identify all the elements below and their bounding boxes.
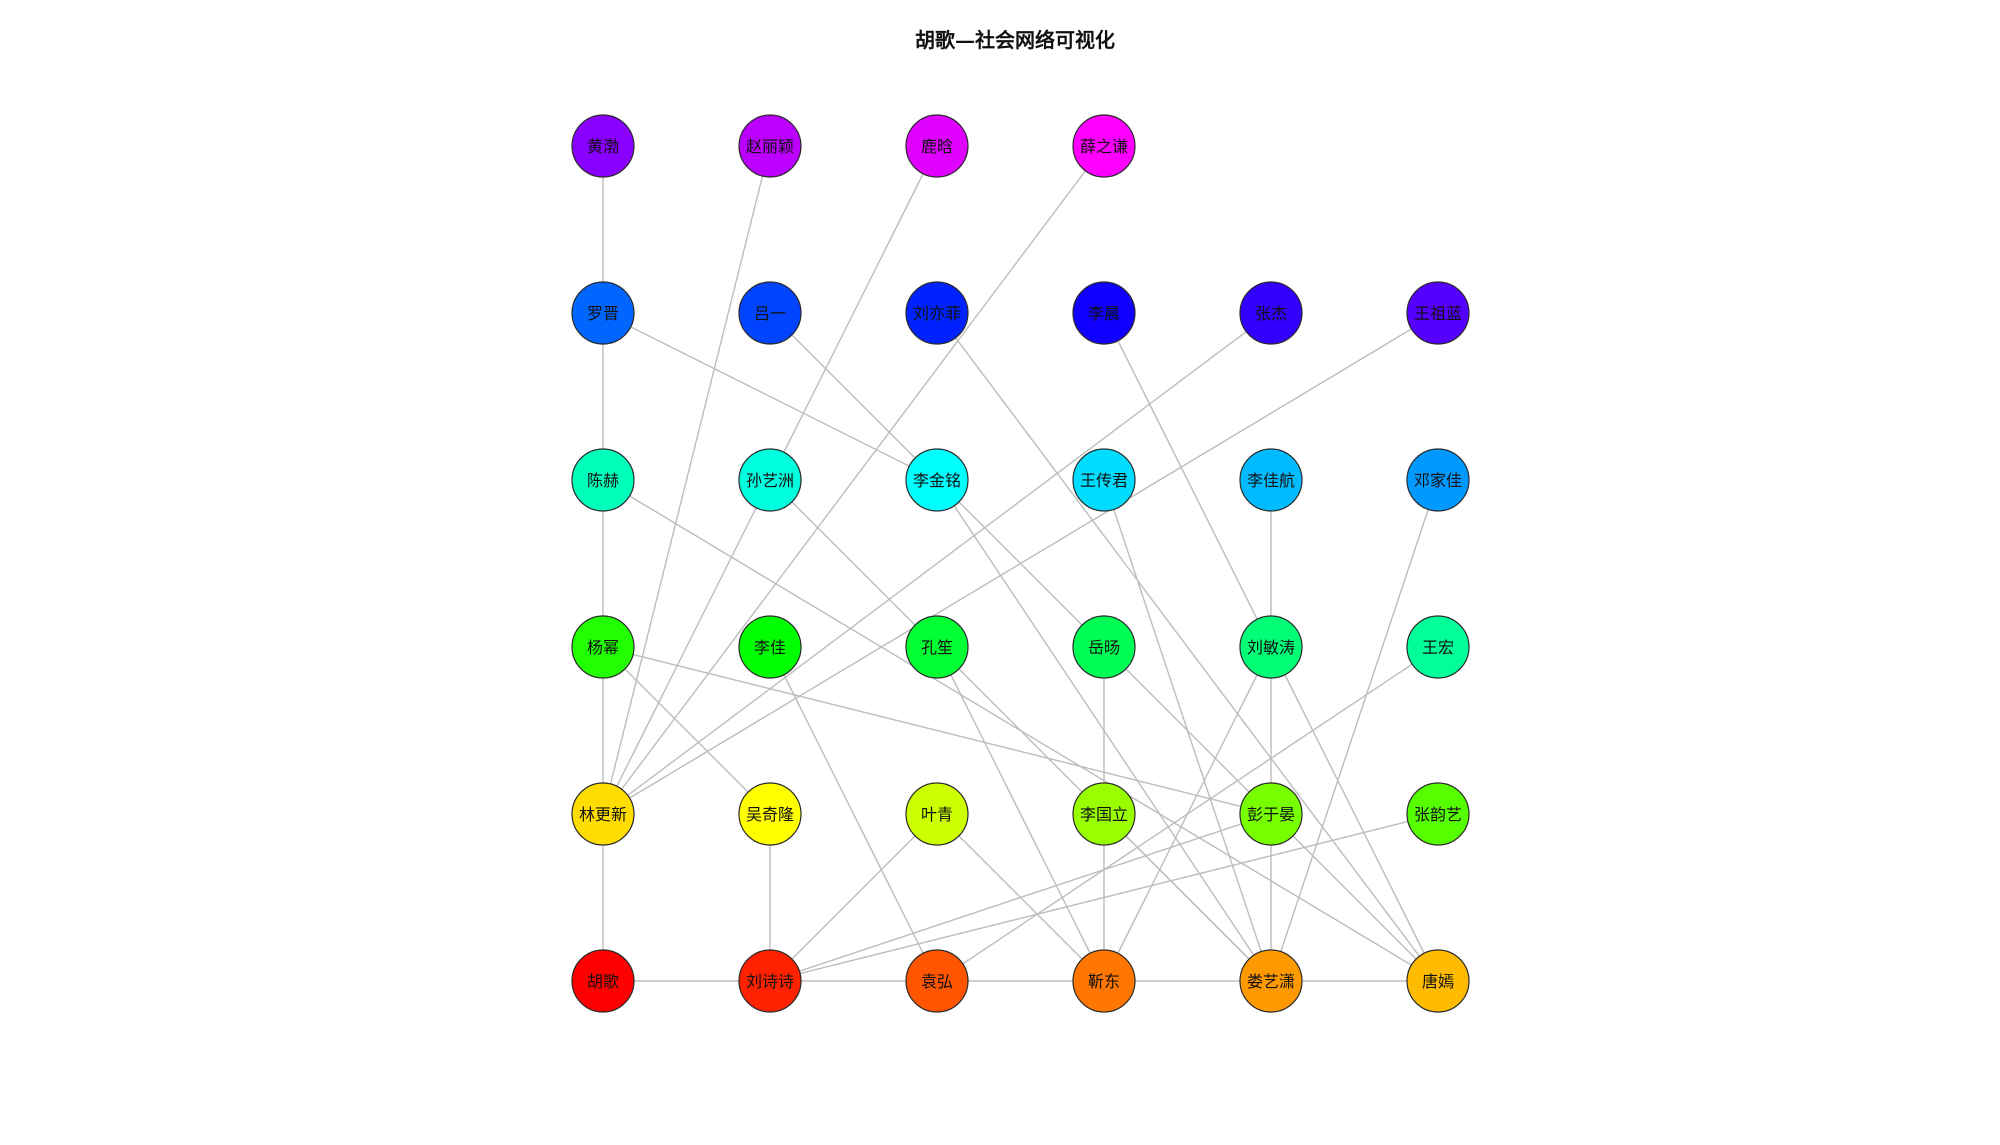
node-louyixiao: 娄艺潇 — [1239, 949, 1303, 1013]
node-label: 李国立 — [1080, 805, 1128, 824]
node-label: 叶青 — [921, 805, 953, 824]
edge-dengjiajia-louyixiao — [1270, 479, 1439, 982]
edge-yangmi-wuqilong — [602, 646, 771, 815]
node-label: 林更新 — [579, 805, 627, 824]
node-label: 鹿晗 — [921, 137, 953, 156]
node-label: 王宏 — [1422, 638, 1454, 657]
edge-lingengxin-xuezhiqian — [602, 145, 1105, 815]
node-label: 刘诗诗 — [746, 972, 794, 991]
node-wanghong: 王宏 — [1406, 615, 1470, 679]
node-label: 赵丽颖 — [746, 137, 794, 156]
node-yuanhong: 袁弘 — [905, 949, 969, 1013]
node-label: 张杰 — [1255, 304, 1287, 323]
node-label: 邓家佳 — [1414, 471, 1462, 490]
node-zhangyunyi: 张韵艺 — [1406, 782, 1470, 846]
node-lingengxin: 林更新 — [571, 782, 635, 846]
node-luhan: 鹿晗 — [905, 114, 969, 178]
node-lijiahang: 李佳航 — [1239, 448, 1303, 512]
node-wangchuanjun: 王传君 — [1072, 448, 1136, 512]
node-wuqilong: 吴奇隆 — [738, 782, 802, 846]
network-diagram: 胡歌—社会网络可视化 黄渤 赵丽颖 鹿晗 薛之谦罗晋 吕一 刘亦菲 李晨 张杰 王祖蓝陈赫 孙艺洲… — [571, 28, 1470, 1013]
node-liuyifei: 刘亦菲 — [905, 281, 969, 345]
node-label: 罗晋 — [587, 304, 619, 323]
node-label: 娄艺潇 — [1247, 972, 1295, 991]
node-label: 吴奇隆 — [746, 805, 794, 824]
edge-yeqing-liushishi — [769, 813, 938, 982]
edge-pengyuyan-liushishi — [769, 813, 1272, 982]
node-wangzulan: 王祖蓝 — [1406, 281, 1470, 345]
node-yeqing: 叶青 — [905, 782, 969, 846]
edge-wanghong-yuanhong — [936, 646, 1439, 982]
node-label: 李佳航 — [1247, 471, 1295, 490]
node-xuezhiqian: 薛之谦 — [1072, 114, 1136, 178]
diagram-title: 胡歌—社会网络可视化 — [915, 28, 1115, 52]
node-label: 王传君 — [1080, 471, 1128, 490]
node-lichen: 李晨 — [1072, 281, 1136, 345]
node-label: 岳旸 — [1088, 638, 1120, 657]
node-tangyan: 唐嫣 — [1406, 949, 1470, 1013]
node-label: 彭于晏 — [1247, 805, 1295, 824]
node-label: 王祖蓝 — [1414, 304, 1462, 323]
node-label: 唐嫣 — [1422, 972, 1454, 991]
node-label: 孔笙 — [921, 638, 953, 657]
node-label: 薛之谦 — [1080, 137, 1128, 156]
node-kongsheng: 孔笙 — [905, 615, 969, 679]
node-label: 靳东 — [1088, 972, 1120, 991]
node-label: 刘敏涛 — [1247, 638, 1295, 657]
node-lijia: 李佳 — [738, 615, 802, 679]
node-yueyang: 岳旸 — [1072, 615, 1136, 679]
node-sunyizhou: 孙艺洲 — [738, 448, 802, 512]
node-yangmi: 杨幂 — [571, 615, 635, 679]
node-zhangjie: 张杰 — [1239, 281, 1303, 345]
node-pengyuyan: 彭于晏 — [1239, 782, 1303, 846]
edge-lingengxin-zhangjie — [602, 312, 1272, 815]
node-liushishi: 刘诗诗 — [738, 949, 802, 1013]
node-label: 张韵艺 — [1414, 805, 1462, 824]
node-label: 杨幂 — [587, 638, 619, 657]
node-dengjiajia: 邓家佳 — [1406, 448, 1470, 512]
node-label: 李金铭 — [913, 471, 961, 490]
node-luojin: 罗晋 — [571, 281, 635, 345]
node-lijinming: 李金铭 — [905, 448, 969, 512]
node-zhaoliying: 赵丽颖 — [738, 114, 802, 178]
node-label: 吕一 — [754, 304, 786, 323]
node-liumintao: 刘敏涛 — [1239, 615, 1303, 679]
node-jindong: 靳东 — [1072, 949, 1136, 1013]
node-chenhe: 陈赫 — [571, 448, 635, 512]
node-liguoli: 李国立 — [1072, 782, 1136, 846]
edge-liguoli-louyixiao — [1103, 813, 1272, 982]
node-label: 胡歌 — [587, 972, 619, 991]
node-label: 袁弘 — [921, 972, 953, 991]
edge-layer — [602, 145, 1439, 982]
node-huangbo: 黄渤 — [571, 114, 635, 178]
node-huge: 胡歌 — [571, 949, 635, 1013]
node-label: 孙艺洲 — [746, 471, 794, 490]
node-label: 黄渤 — [587, 137, 619, 156]
node-lvyi: 吕一 — [738, 281, 802, 345]
edge-liuyifei-tangyan — [936, 312, 1439, 982]
node-label: 刘亦菲 — [913, 304, 961, 323]
node-label: 李佳 — [754, 638, 786, 657]
node-label: 李晨 — [1088, 304, 1120, 323]
node-label: 陈赫 — [587, 471, 619, 490]
